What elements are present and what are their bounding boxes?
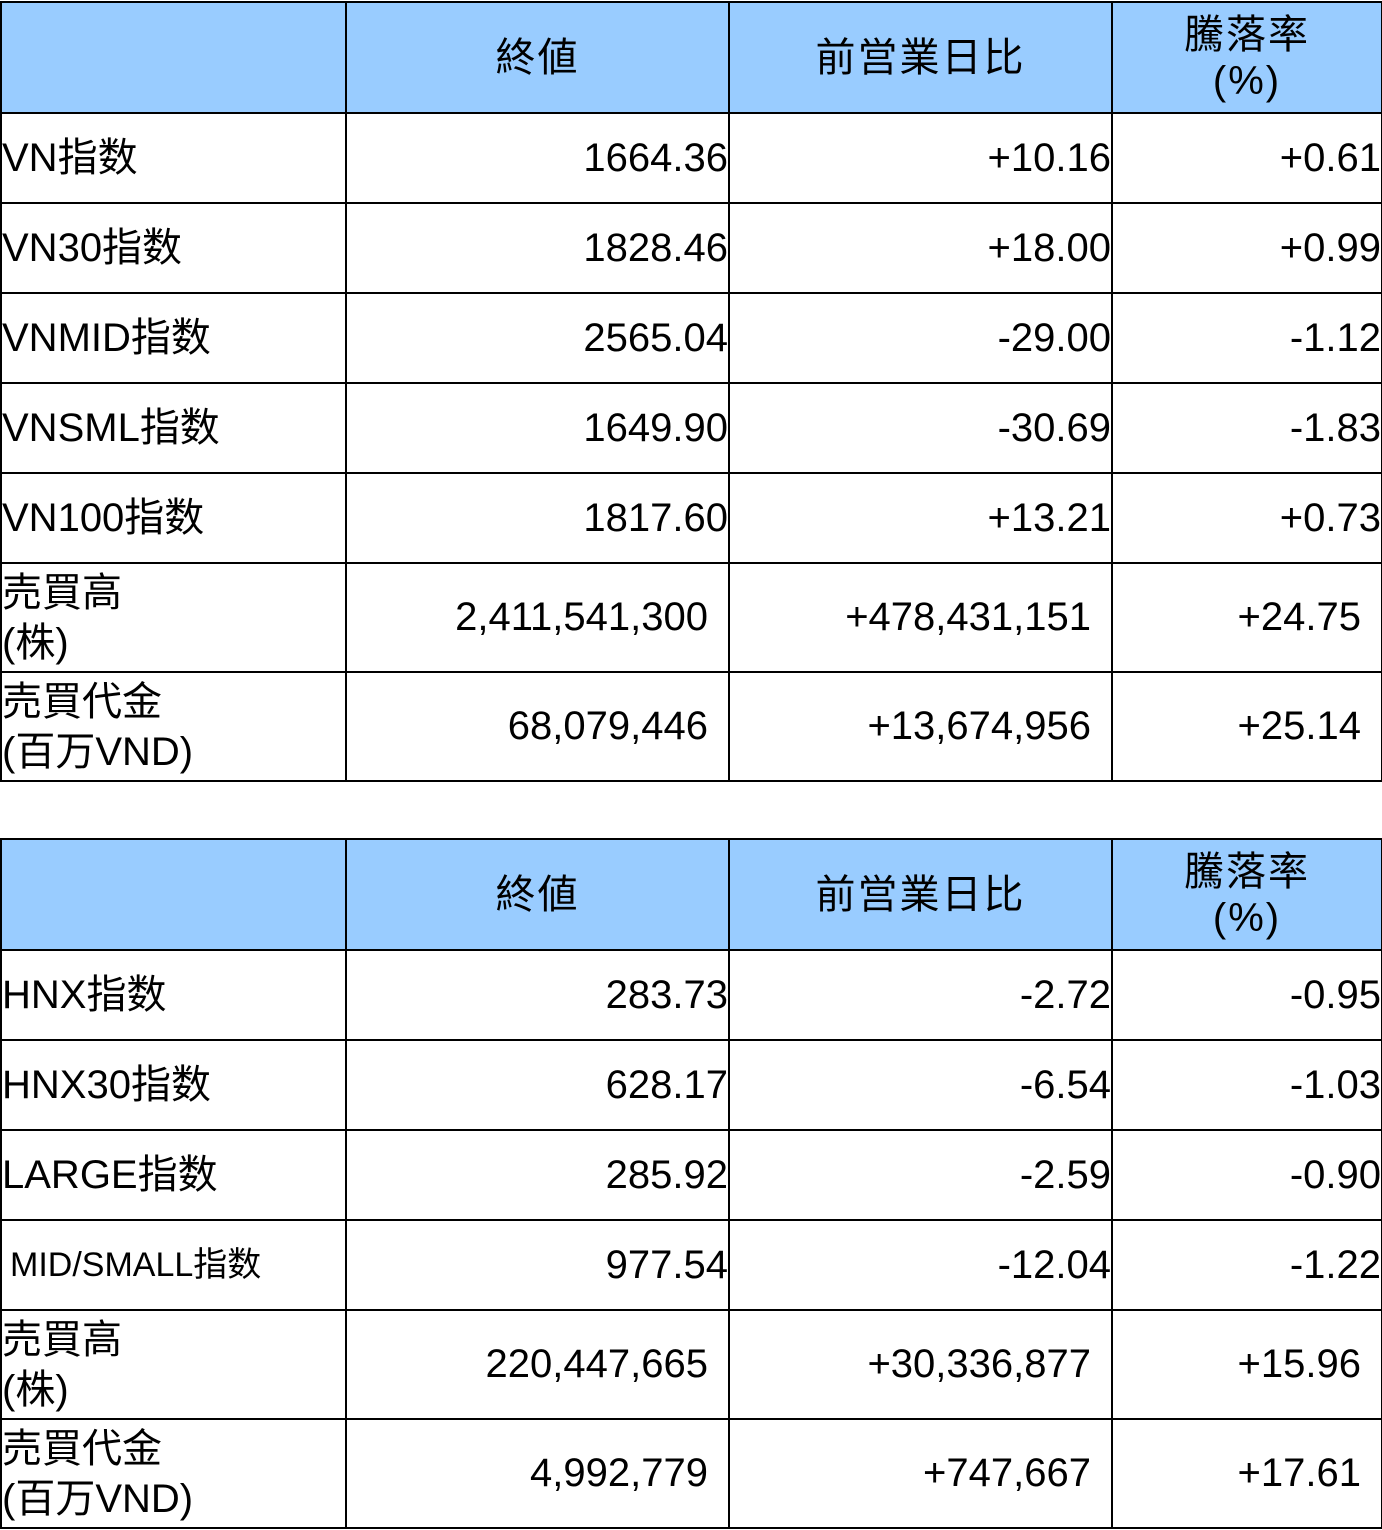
trading-value-label-line1: 売買代金: [2, 1426, 162, 1471]
rate-value: -1.03: [1111, 1039, 1382, 1131]
volume-row: 売買高 (株) 2,411,541,300 +478,431,151 +24.75: [0, 562, 1382, 673]
hnx-table: 終値 前営業日比 騰落率 (%) HNX指数 283.73 -2.72 -0.95…: [0, 838, 1382, 1529]
hose-table: 終値 前営業日比 騰落率 (%) VN指数 1664.36 +10.16 +0.6…: [0, 1, 1382, 782]
rate-value: -0.95: [1111, 949, 1382, 1041]
close-value: 1828.46: [345, 202, 730, 294]
rate-value: +15.96: [1111, 1309, 1382, 1420]
volume-row: 売買高 (株) 220,447,665 +30,336,877 +15.96: [0, 1309, 1382, 1420]
row-label: LARGE指数: [0, 1129, 347, 1221]
change-value: -2.72: [728, 949, 1113, 1041]
table-row: MID/SMALL指数 977.54 -12.04 -1.22: [0, 1219, 1382, 1311]
table-row: VN30指数 1828.46 +18.00 +0.99: [0, 202, 1382, 294]
trading-value-label: 売買代金 (百万VND): [0, 1418, 347, 1529]
trading-value-row: 売買代金 (百万VND) 4,992,779 +747,667 +17.61: [0, 1418, 1382, 1529]
change-value: +10.16: [728, 112, 1113, 204]
change-value: +30,336,877: [728, 1309, 1113, 1420]
close-value: 628.17: [345, 1039, 730, 1131]
trading-value-label: 売買代金 (百万VND): [0, 671, 347, 782]
header-change: 前営業日比: [728, 1, 1113, 114]
close-value: 68,079,446: [345, 671, 730, 782]
close-value: 285.92: [345, 1129, 730, 1221]
header-row: 終値 前営業日比 騰落率 (%): [0, 1, 1382, 114]
rate-value: +0.73: [1111, 472, 1382, 564]
rate-value: +0.99: [1111, 202, 1382, 294]
header-change: 前営業日比: [728, 838, 1113, 951]
row-label: VN30指数: [0, 202, 347, 294]
change-value: +13.21: [728, 472, 1113, 564]
change-value: -30.69: [728, 382, 1113, 474]
volume-label-line1: 売買高: [2, 570, 122, 615]
change-value: +13,674,956: [728, 671, 1113, 782]
row-label: VN指数: [0, 112, 347, 204]
close-value: 283.73: [345, 949, 730, 1041]
close-value: 220,447,665: [345, 1309, 730, 1420]
close-value: 4,992,779: [345, 1418, 730, 1529]
change-value: +18.00: [728, 202, 1113, 294]
trading-value-label-line1: 売買代金: [2, 679, 162, 724]
volume-label-line2: (株): [2, 620, 69, 665]
close-value: 2,411,541,300: [345, 562, 730, 673]
header-rate-line1: 騰落率: [1184, 12, 1310, 57]
header-close: 終値: [345, 1, 730, 114]
close-value: 2565.04: [345, 292, 730, 384]
change-value: -6.54: [728, 1039, 1113, 1131]
table-row: VN指数 1664.36 +10.16 +0.61: [0, 112, 1382, 204]
table-row: VNMID指数 2565.04 -29.00 -1.12: [0, 292, 1382, 384]
table-row: VNSML指数 1649.90 -30.69 -1.83: [0, 382, 1382, 474]
change-value: +478,431,151: [728, 562, 1113, 673]
table-row: VN100指数 1817.60 +13.21 +0.73: [0, 472, 1382, 564]
rate-value: +24.75: [1111, 562, 1382, 673]
header-blank: [0, 838, 347, 951]
row-label: VN100指数: [0, 472, 347, 564]
row-label: HNX30指数: [0, 1039, 347, 1131]
trading-value-row: 売買代金 (百万VND) 68,079,446 +13,674,956 +25.1…: [0, 671, 1382, 782]
row-label: HNX指数: [0, 949, 347, 1041]
header-rate: 騰落率 (%): [1111, 838, 1382, 951]
header-rate-line2: (%): [1212, 895, 1282, 940]
table-row: LARGE指数 285.92 -2.59 -0.90: [0, 1129, 1382, 1221]
table-row: HNX30指数 628.17 -6.54 -1.03: [0, 1039, 1382, 1131]
row-label: VNSML指数: [0, 382, 347, 474]
change-value: -12.04: [728, 1219, 1113, 1311]
rate-value: +25.14: [1111, 671, 1382, 782]
header-rate-line1: 騰落率: [1184, 849, 1310, 894]
change-value: -29.00: [728, 292, 1113, 384]
header-rate-line2: (%): [1212, 58, 1282, 103]
volume-label: 売買高 (株): [0, 562, 347, 673]
close-value: 1649.90: [345, 382, 730, 474]
volume-label-line2: (株): [2, 1367, 69, 1412]
rate-value: +17.61: [1111, 1418, 1382, 1529]
header-row: 終値 前営業日比 騰落率 (%): [0, 838, 1382, 951]
header-rate: 騰落率 (%): [1111, 1, 1382, 114]
change-value: -2.59: [728, 1129, 1113, 1221]
volume-label-line1: 売買高: [2, 1317, 122, 1362]
volume-label: 売買高 (株): [0, 1309, 347, 1420]
trading-value-label-line2: (百万VND): [2, 729, 194, 774]
row-label: MID/SMALL指数: [0, 1219, 347, 1311]
row-label: VNMID指数: [0, 292, 347, 384]
table-row: HNX指数 283.73 -2.72 -0.95: [0, 949, 1382, 1041]
rate-value: -0.90: [1111, 1129, 1382, 1221]
rate-value: +0.61: [1111, 112, 1382, 204]
close-value: 1817.60: [345, 472, 730, 564]
close-value: 1664.36: [345, 112, 730, 204]
close-value: 977.54: [345, 1219, 730, 1311]
header-close: 終値: [345, 838, 730, 951]
rate-value: -1.12: [1111, 292, 1382, 384]
trading-value-label-line2: (百万VND): [2, 1476, 194, 1521]
header-blank: [0, 1, 347, 114]
rate-value: -1.22: [1111, 1219, 1382, 1311]
change-value: +747,667: [728, 1418, 1113, 1529]
rate-value: -1.83: [1111, 382, 1382, 474]
